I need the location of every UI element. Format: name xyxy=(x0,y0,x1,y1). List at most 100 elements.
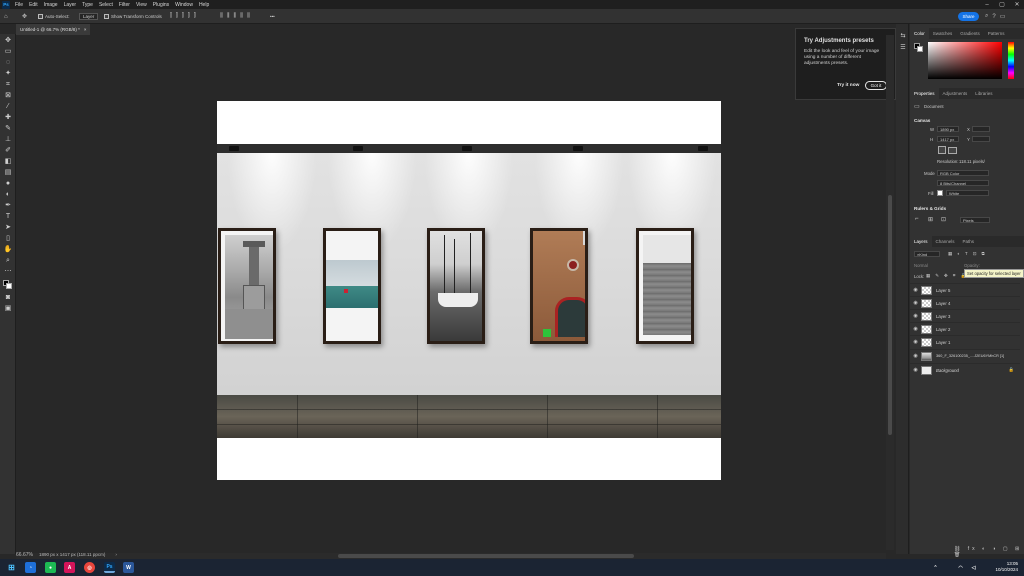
x-field[interactable] xyxy=(972,126,990,132)
menu-select[interactable]: Select xyxy=(96,2,116,8)
help-icon[interactable]: ? xyxy=(992,14,995,20)
type-tool-icon[interactable]: T xyxy=(3,212,13,221)
chrome-icon[interactable]: ◎ xyxy=(84,562,95,573)
vertical-scroll-thumb[interactable] xyxy=(888,195,892,435)
eyedropper-tool-icon[interactable]: ⁄ xyxy=(3,102,13,111)
system-clock[interactable]: 13:05 10/10/2024 xyxy=(995,561,1018,573)
word-icon[interactable]: W xyxy=(123,562,134,573)
tab-channels[interactable]: Channels xyxy=(932,236,959,247)
tab-paths[interactable]: Paths xyxy=(959,236,979,247)
share-button[interactable]: Share xyxy=(958,12,979,21)
align-center-icon[interactable]: ⫿ xyxy=(176,13,178,20)
tab-patterns[interactable]: Patterns xyxy=(984,28,1009,39)
lasso-tool-icon[interactable]: ◌ xyxy=(3,58,13,67)
hue-slider[interactable] xyxy=(1008,42,1014,79)
menu-help[interactable]: Help xyxy=(196,2,212,8)
background-color-chip[interactable] xyxy=(917,46,923,52)
layer-row[interactable]: ◉ Layer 1 xyxy=(910,335,1020,348)
align-right-icon[interactable]: ⫿ xyxy=(182,13,184,20)
more-options-button[interactable]: ••• xyxy=(270,12,275,21)
blur-tool-icon[interactable]: ● xyxy=(3,179,13,188)
eye-icon[interactable]: ◉ xyxy=(910,313,921,319)
start-icon[interactable]: ⊞ xyxy=(6,562,17,573)
edit-toolbar-icon[interactable]: ⋯ xyxy=(3,267,13,276)
layers-footer-icons[interactable]: ⛓ fx ◐ ◑ ▢ ⊞ 🗑 xyxy=(954,546,1024,558)
search-icon[interactable]: ◔ xyxy=(25,562,36,573)
bit-depth-dropdown[interactable]: 8 Bits/Channel xyxy=(937,180,989,186)
search-icon[interactable]: ⌕ xyxy=(985,13,988,20)
layer-filter-dropdown[interactable]: ⌕ Kind xyxy=(914,251,940,257)
tray-icons[interactable]: ⌃ xyxy=(930,562,941,573)
portrait-orientation-icon[interactable] xyxy=(938,146,946,154)
background-color-swatch[interactable] xyxy=(6,283,12,289)
auto-select-checkbox[interactable]: Auto-Select: xyxy=(38,12,70,21)
home-icon[interactable]: ⌂ xyxy=(4,12,8,21)
width-field[interactable]: 1890 px xyxy=(937,126,959,132)
maximize-button[interactable]: ▢ xyxy=(995,0,1009,9)
history-brush-tool-icon[interactable]: ✐ xyxy=(3,146,13,155)
auto-select-dropdown[interactable]: Layer xyxy=(79,12,99,21)
layer-row[interactable]: ◉ Layer 2 xyxy=(910,322,1020,335)
align-left-icon[interactable]: ⫿ xyxy=(170,13,172,20)
blend-mode-dropdown[interactable]: Normal xyxy=(914,263,928,268)
volume-icon[interactable]: ◁ xyxy=(968,562,979,573)
layer-filter-icons[interactable]: ▦ ◐ T ⊡ ⧉ xyxy=(948,251,987,257)
object-selection-tool-icon[interactable]: ✦ xyxy=(3,69,13,78)
lock-icons[interactable]: ▦ ✎ ✥ ⌗ 🔒 xyxy=(926,273,968,279)
network-icon[interactable]: ◠ xyxy=(955,562,966,573)
y-field[interactable] xyxy=(972,136,990,142)
mode-dropdown[interactable]: RGB Color xyxy=(937,170,989,176)
vertical-scrollbar[interactable] xyxy=(886,35,894,550)
menu-window[interactable]: Window xyxy=(172,2,196,8)
layer-row[interactable]: ◉ 360_F_326100235_....J2EU6YMhCR [1] xyxy=(910,349,1020,362)
zoom-level[interactable]: 66.67% xyxy=(16,552,33,558)
menu-view[interactable]: View xyxy=(133,2,150,8)
tab-libraries[interactable]: Libraries xyxy=(971,88,996,99)
eye-icon[interactable]: ◉ xyxy=(910,326,921,332)
close-window-button[interactable]: ✕ xyxy=(1010,0,1024,9)
tab-color[interactable]: Color xyxy=(910,28,929,39)
grid-icon[interactable]: ⊞ xyxy=(928,216,933,223)
tab-swatches[interactable]: Swatches xyxy=(929,28,957,39)
eye-icon[interactable]: ◉ xyxy=(910,367,921,373)
frame-tool-icon[interactable]: ⊠ xyxy=(3,91,13,100)
brush-tool-icon[interactable]: ✎ xyxy=(3,124,13,133)
artboard-tool-icon[interactable]: ▭ xyxy=(3,47,13,56)
tab-gradients[interactable]: Gradients xyxy=(956,28,984,39)
crop-tool-icon[interactable]: ⌗ xyxy=(3,80,13,89)
align-top-icon[interactable]: ⫿ xyxy=(188,13,190,20)
spotify-icon[interactable]: ● xyxy=(45,562,56,573)
eye-icon[interactable]: ◉ xyxy=(910,353,921,359)
eraser-tool-icon[interactable]: ◧ xyxy=(3,157,13,166)
dodge-tool-icon[interactable]: ◐ xyxy=(3,190,13,199)
menu-file[interactable]: File xyxy=(12,2,26,8)
zoom-tool-icon[interactable]: ⌕ xyxy=(3,256,13,265)
tab-properties[interactable]: Properties xyxy=(910,88,939,99)
photoshop-icon[interactable]: Ps xyxy=(104,562,115,573)
distribute-bottom-icon[interactable]: ⫼ xyxy=(247,13,250,20)
quick-mask-icon[interactable]: ◙ xyxy=(3,293,13,302)
menu-type[interactable]: Type xyxy=(79,2,96,8)
fill-dropdown[interactable]: White xyxy=(946,190,989,196)
clone-stamp-tool-icon[interactable]: ⊥ xyxy=(3,135,13,144)
menu-filter[interactable]: Filter xyxy=(116,2,133,8)
horizontal-scroll-thumb[interactable] xyxy=(338,554,634,558)
history-panel-icon[interactable]: ⇆ xyxy=(898,32,908,41)
layer-row[interactable]: ◉ Layer 3 xyxy=(910,309,1020,322)
align-middle-icon[interactable]: ⫿ xyxy=(194,13,196,20)
show-transform-checkbox[interactable]: Show Transform Controls xyxy=(104,12,162,21)
pen-tool-icon[interactable]: ✒ xyxy=(3,201,13,210)
layer-row[interactable]: ◉ Layer 5 xyxy=(910,283,1020,296)
menu-edit[interactable]: Edit xyxy=(26,2,41,8)
distribute-center-icon[interactable]: ⫼ xyxy=(227,13,230,20)
libraries-panel-icon[interactable]: ☰ xyxy=(898,44,908,53)
document-tab[interactable]: Untitled-1 @ 66.7% (RGB/8) * × xyxy=(16,24,90,35)
try-it-now-link[interactable]: Try it now xyxy=(837,83,859,88)
units-dropdown[interactable]: Pixels xyxy=(960,217,990,223)
distribute-right-icon[interactable]: ⫼ xyxy=(234,13,237,20)
document-canvas[interactable] xyxy=(217,101,721,480)
eye-icon[interactable]: ◉ xyxy=(910,287,921,293)
landscape-orientation-icon[interactable] xyxy=(948,147,957,154)
eye-icon[interactable]: ◉ xyxy=(910,300,921,306)
layer-row[interactable]: ◉ Layer 4 xyxy=(910,296,1020,309)
